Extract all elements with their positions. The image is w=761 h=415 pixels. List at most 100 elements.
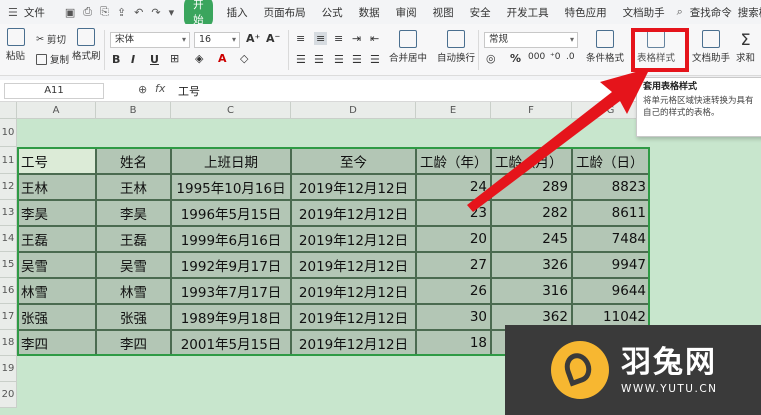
table-cell[interactable]: 1992年9月17日 (171, 252, 291, 278)
header-cell[interactable]: 工龄（月） (491, 147, 572, 174)
table-cell[interactable]: 2019年12月12日 (291, 304, 416, 330)
table-cell[interactable]: 8611 (572, 200, 650, 226)
table-cell[interactable]: 9644 (572, 278, 650, 304)
search-command[interactable]: 查找命令 (687, 5, 735, 20)
column-header[interactable]: D (291, 102, 416, 119)
percent-icon[interactable]: % (510, 52, 521, 65)
header-cell[interactable]: 工号 (17, 147, 96, 174)
distribute-icon[interactable]: ☰ (370, 53, 380, 66)
table-cell[interactable]: 1993年7月17日 (171, 278, 291, 304)
table-cell[interactable]: 27 (416, 252, 491, 278)
table-cell[interactable]: 王林 (17, 174, 96, 200)
name-box[interactable]: A11 (4, 83, 104, 99)
tab-features[interactable]: 特色应用 (557, 5, 615, 20)
table-cell[interactable]: 吴雪 (17, 252, 96, 278)
font-name-select[interactable]: 宋体 ▾ (110, 32, 190, 48)
column-header[interactable]: A (17, 102, 96, 119)
table-cell[interactable]: 8823 (572, 174, 650, 200)
table-cell[interactable]: 9947 (572, 252, 650, 278)
tab-developer[interactable]: 开发工具 (499, 5, 557, 20)
table-cell[interactable]: 张强 (17, 304, 96, 330)
table-cell[interactable]: 王林 (96, 174, 171, 200)
table-cell[interactable]: 7484 (572, 226, 650, 252)
outdent-icon[interactable]: ⇤ (370, 32, 379, 45)
table-cell[interactable]: 2019年12月12日 (291, 174, 416, 200)
row-header[interactable]: 12 (0, 174, 17, 200)
thousands-icon[interactable]: 000 (528, 52, 545, 62)
column-header[interactable]: F (491, 102, 572, 119)
table-cell[interactable]: 316 (491, 278, 572, 304)
table-cell[interactable]: 18 (416, 330, 491, 356)
table-cell[interactable]: 1995年10月16日 (171, 174, 291, 200)
chevron-down-icon[interactable]: ▾ (169, 5, 175, 19)
doc-helper-button[interactable]: 文档助手 (692, 30, 730, 64)
tab-insert[interactable]: 插入 (219, 5, 256, 20)
table-cell[interactable]: 2019年12月12日 (291, 226, 416, 252)
save-icon[interactable]: ▣ (65, 5, 75, 19)
table-cell[interactable]: 李四 (96, 330, 171, 356)
currency-icon[interactable]: ◎ (486, 52, 496, 65)
table-cell[interactable]: 李四 (17, 330, 96, 356)
merge-center-button[interactable]: 合并居中 (389, 30, 427, 64)
formula-input[interactable]: 工号 (178, 83, 200, 99)
cut-button[interactable]: ✂ 剪切 (36, 32, 66, 47)
justify-icon[interactable]: ☰ (352, 53, 362, 66)
clear-format-icon[interactable]: ◇ (240, 52, 248, 65)
table-cell[interactable]: 23 (416, 200, 491, 226)
conditional-format-button[interactable]: 条件格式 (586, 30, 624, 64)
align-left-icon[interactable]: ☰ (296, 53, 306, 66)
align-bottom-icon[interactable]: ≡ (334, 32, 343, 45)
table-cell[interactable]: 282 (491, 200, 572, 226)
row-header[interactable]: 14 (0, 226, 17, 252)
auto-wrap-button[interactable]: 自动换行 (437, 30, 475, 64)
menu-icon[interactable]: ☰ (8, 5, 18, 19)
export-icon[interactable]: ⇪ (117, 5, 126, 19)
tab-view[interactable]: 视图 (425, 5, 462, 20)
increase-font-icon[interactable]: A⁺ (246, 32, 260, 45)
fill-color-icon[interactable]: ◈ (195, 52, 203, 65)
table-cell[interactable]: 林雪 (96, 278, 171, 304)
table-cell[interactable]: 2019年12月12日 (291, 330, 416, 356)
header-cell[interactable]: 姓名 (96, 147, 171, 174)
select-all-corner[interactable] (0, 102, 17, 119)
table-cell[interactable]: 20 (416, 226, 491, 252)
table-cell[interactable]: 1989年9月18日 (171, 304, 291, 330)
header-cell[interactable]: 工龄（年） (416, 147, 491, 174)
table-cell[interactable]: 1999年6月16日 (171, 226, 291, 252)
align-right-icon[interactable]: ☰ (334, 53, 344, 66)
bold-icon[interactable]: B (112, 53, 120, 66)
zoom-icon[interactable]: ⊕ (138, 83, 147, 96)
table-cell[interactable]: 2019年12月12日 (291, 278, 416, 304)
print-preview-icon[interactable]: ⎙ (83, 5, 92, 19)
indent-icon[interactable]: ⇥ (352, 32, 361, 45)
table-cell[interactable]: 1996年5月15日 (171, 200, 291, 226)
table-cell[interactable]: 王磊 (17, 226, 96, 252)
tab-doc-helper[interactable]: 文档助手 (615, 5, 673, 20)
tab-review[interactable]: 审阅 (388, 5, 425, 20)
table-cell[interactable]: 林雪 (17, 278, 96, 304)
paste-button[interactable]: 粘贴 (6, 28, 25, 62)
header-cell[interactable]: 上班日期 (171, 147, 291, 174)
table-cell[interactable]: 26 (416, 278, 491, 304)
table-cell[interactable]: 2001年5月15日 (171, 330, 291, 356)
table-cell[interactable]: 326 (491, 252, 572, 278)
table-cell[interactable]: 289 (491, 174, 572, 200)
redo-icon[interactable]: ↷ (151, 5, 160, 19)
align-top-icon[interactable]: ≡ (296, 32, 305, 45)
row-header[interactable]: 15 (0, 252, 17, 278)
row-header[interactable]: 20 (0, 382, 17, 408)
search-template[interactable]: 搜索模板 (735, 5, 761, 20)
row-header[interactable]: 11 (0, 147, 17, 174)
align-center-icon[interactable]: ☰ (314, 53, 324, 66)
table-cell[interactable]: 李昊 (96, 200, 171, 226)
header-cell[interactable]: 至今 (291, 147, 416, 174)
row-header[interactable]: 10 (0, 119, 17, 147)
table-cell[interactable]: 2019年12月12日 (291, 252, 416, 278)
tab-page-layout[interactable]: 页面布局 (256, 5, 314, 20)
table-cell[interactable]: 2019年12月12日 (291, 200, 416, 226)
row-header[interactable]: 16 (0, 278, 17, 304)
decrease-font-icon[interactable]: A⁻ (266, 32, 280, 45)
align-middle-icon[interactable]: ≡ (314, 32, 328, 45)
number-format-select[interactable]: 常规 ▾ (484, 32, 578, 48)
table-cell[interactable]: 30 (416, 304, 491, 330)
